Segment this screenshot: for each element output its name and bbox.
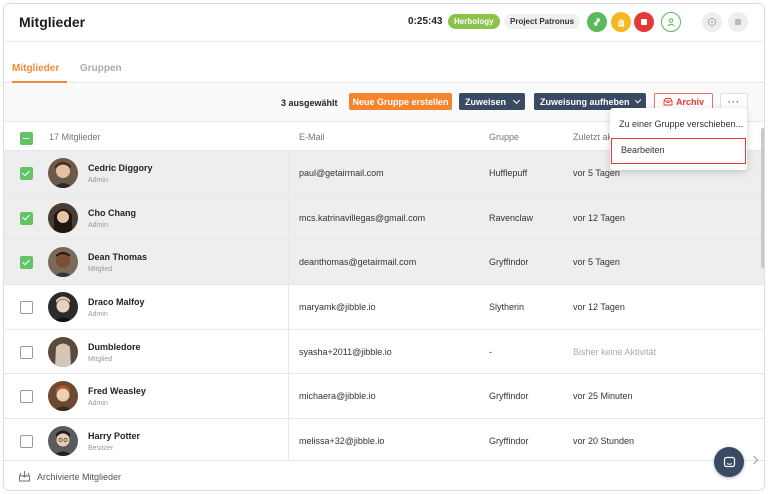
member-role: Admin xyxy=(88,400,108,408)
menu-item-edit[interactable]: Bearbeiten xyxy=(611,138,746,164)
row-checkbox[interactable] xyxy=(20,301,33,315)
table-row[interactable]: Cho Chang Admin mcs.katrinavillegas@gmai… xyxy=(4,195,764,241)
row-checkbox[interactable] xyxy=(20,211,33,225)
member-last-active: vor 25 Minuten xyxy=(573,391,633,402)
tab-bar: Mitglieder Gruppen xyxy=(4,56,764,83)
avatar xyxy=(48,158,78,188)
member-name[interactable]: Cho Chang xyxy=(88,208,136,218)
member-name[interactable]: Cedric Diggory xyxy=(88,163,153,173)
member-last-active: vor 12 Tagen xyxy=(573,212,625,223)
avatar xyxy=(48,202,78,233)
chevron-down-icon xyxy=(634,96,642,104)
archive-label: Archiv xyxy=(675,96,704,107)
member-email: paul@getairmail.com xyxy=(299,168,384,178)
table-scrollbar[interactable] xyxy=(761,128,764,268)
member-email: mcs.katrinavillegas@gmail.com xyxy=(299,212,426,223)
hand-icon xyxy=(618,18,625,27)
row-checkbox[interactable] xyxy=(20,345,33,359)
member-name[interactable]: Harry Potter xyxy=(88,431,140,441)
menu-item-move-to-group[interactable]: Zu einer Gruppe verschieben... xyxy=(610,111,747,137)
footer-bar: Archivierte Mitglieder xyxy=(4,460,764,490)
member-email: deanthomas@getairmail.com xyxy=(299,257,417,268)
stop-button[interactable] xyxy=(634,12,654,32)
top-bar: Mitglieder 0:25:43 Herbology Project Pat… xyxy=(4,4,764,42)
tab-members[interactable]: Mitglieder xyxy=(12,63,68,83)
project-badge[interactable]: Project Patronus xyxy=(504,14,581,29)
member-last-active: vor 20 Stunden xyxy=(573,436,635,447)
table-row[interactable]: Draco Malfoy Admin maryamk@jibble.io Sly… xyxy=(4,285,764,330)
avatar xyxy=(48,336,78,367)
table-row[interactable]: Harry Potter Besitzer melissa+32@jibble.… xyxy=(4,419,764,464)
activity-badge[interactable]: Herbology xyxy=(448,14,500,29)
page-title: Mitglieder xyxy=(19,14,86,30)
member-role: Besitzer xyxy=(88,445,114,453)
member-last-active: vor 5 Tagen xyxy=(573,257,620,268)
unassign-label: Zuweisung aufheben xyxy=(540,96,630,107)
switch-activity-button[interactable] xyxy=(587,12,607,32)
tab-groups[interactable]: Gruppen xyxy=(80,63,122,74)
avatar xyxy=(48,426,78,457)
assign-label: Zuweisen xyxy=(465,96,507,107)
member-group: Ravenclaw xyxy=(489,212,534,223)
members-table-body: Cedric Diggory Admin paul@getairmail.com… xyxy=(4,151,764,464)
break-button[interactable] xyxy=(611,12,631,32)
swap-icon xyxy=(593,18,601,26)
member-group: - xyxy=(489,346,492,357)
timer-display: 0:25:43 xyxy=(408,16,443,27)
row-checkbox[interactable] xyxy=(20,435,33,449)
member-email: michaera@jibble.io xyxy=(299,391,376,402)
member-last-active: Bisher keine Aktivität xyxy=(573,346,657,357)
help-button[interactable] xyxy=(702,12,722,32)
member-name[interactable]: Dumbledore xyxy=(88,342,141,352)
archive-icon xyxy=(663,98,673,106)
assign-dropdown-button[interactable]: Zuweisen xyxy=(459,93,525,110)
column-header-email[interactable]: E-Mail xyxy=(299,132,325,142)
member-group: Gryffindor xyxy=(489,391,529,402)
row-checkbox[interactable] xyxy=(20,256,33,270)
puzzle-icon xyxy=(735,19,741,25)
member-role: Mitglied xyxy=(88,355,113,363)
new-group-button[interactable]: Neue Gruppe erstellen xyxy=(349,93,452,110)
integrations-button[interactable] xyxy=(728,12,748,32)
table-row[interactable]: Dumbledore Mitglied syasha+2011@jibble.i… xyxy=(4,329,764,375)
user-icon xyxy=(667,18,675,27)
chevron-down-icon xyxy=(512,96,521,104)
member-role: Admin xyxy=(88,177,108,184)
chat-button[interactable] xyxy=(714,447,744,477)
user-status-button[interactable] xyxy=(661,12,681,32)
chat-icon xyxy=(723,456,735,467)
member-role: Admin xyxy=(88,311,108,319)
row-checkbox[interactable] xyxy=(20,390,33,404)
member-group: Gryffindor xyxy=(489,436,529,447)
select-all-checkbox[interactable] xyxy=(20,132,33,145)
member-role: Mitglied xyxy=(88,266,113,274)
column-header-last-active[interactable]: Zuletzt ak xyxy=(573,132,612,142)
selected-count: 3 ausgewählt xyxy=(281,98,338,108)
member-role: Admin xyxy=(88,221,108,229)
avatar xyxy=(48,381,78,412)
column-header-members[interactable]: 17 Mitglieder xyxy=(49,132,101,142)
row-checkbox[interactable] xyxy=(20,167,33,180)
archived-members-link[interactable]: Archivierte Mitglieder xyxy=(37,472,121,482)
table-row[interactable]: Fred Weasley Admin michaera@jibble.io Gr… xyxy=(4,374,764,420)
member-name[interactable]: Dean Thomas xyxy=(88,252,147,262)
app-window: Mitglieder 0:25:43 Herbology Project Pat… xyxy=(3,3,765,491)
member-group: Hufflepuff xyxy=(489,168,528,178)
member-group: Slytherin xyxy=(489,302,525,313)
member-email: melissa+32@jibble.io xyxy=(299,436,385,447)
archive-icon xyxy=(19,471,30,482)
help-icon xyxy=(707,17,717,27)
member-email: maryamk@jibble.io xyxy=(299,302,376,313)
member-name[interactable]: Fred Weasley xyxy=(88,386,146,396)
avatar xyxy=(48,247,78,278)
more-options-menu: Zu einer Gruppe verschieben... Bearbeite… xyxy=(610,108,747,170)
stop-icon xyxy=(641,19,647,25)
member-last-active: vor 12 Tagen xyxy=(573,302,625,313)
avatar xyxy=(48,292,78,323)
member-name[interactable]: Draco Malfoy xyxy=(88,297,145,307)
member-group: Gryffindor xyxy=(489,257,529,268)
table-row[interactable]: Dean Thomas Mitglied deanthomas@getairma… xyxy=(4,240,764,286)
column-header-group[interactable]: Gruppe xyxy=(489,132,519,142)
member-email: syasha+2011@jibble.io xyxy=(299,346,392,357)
